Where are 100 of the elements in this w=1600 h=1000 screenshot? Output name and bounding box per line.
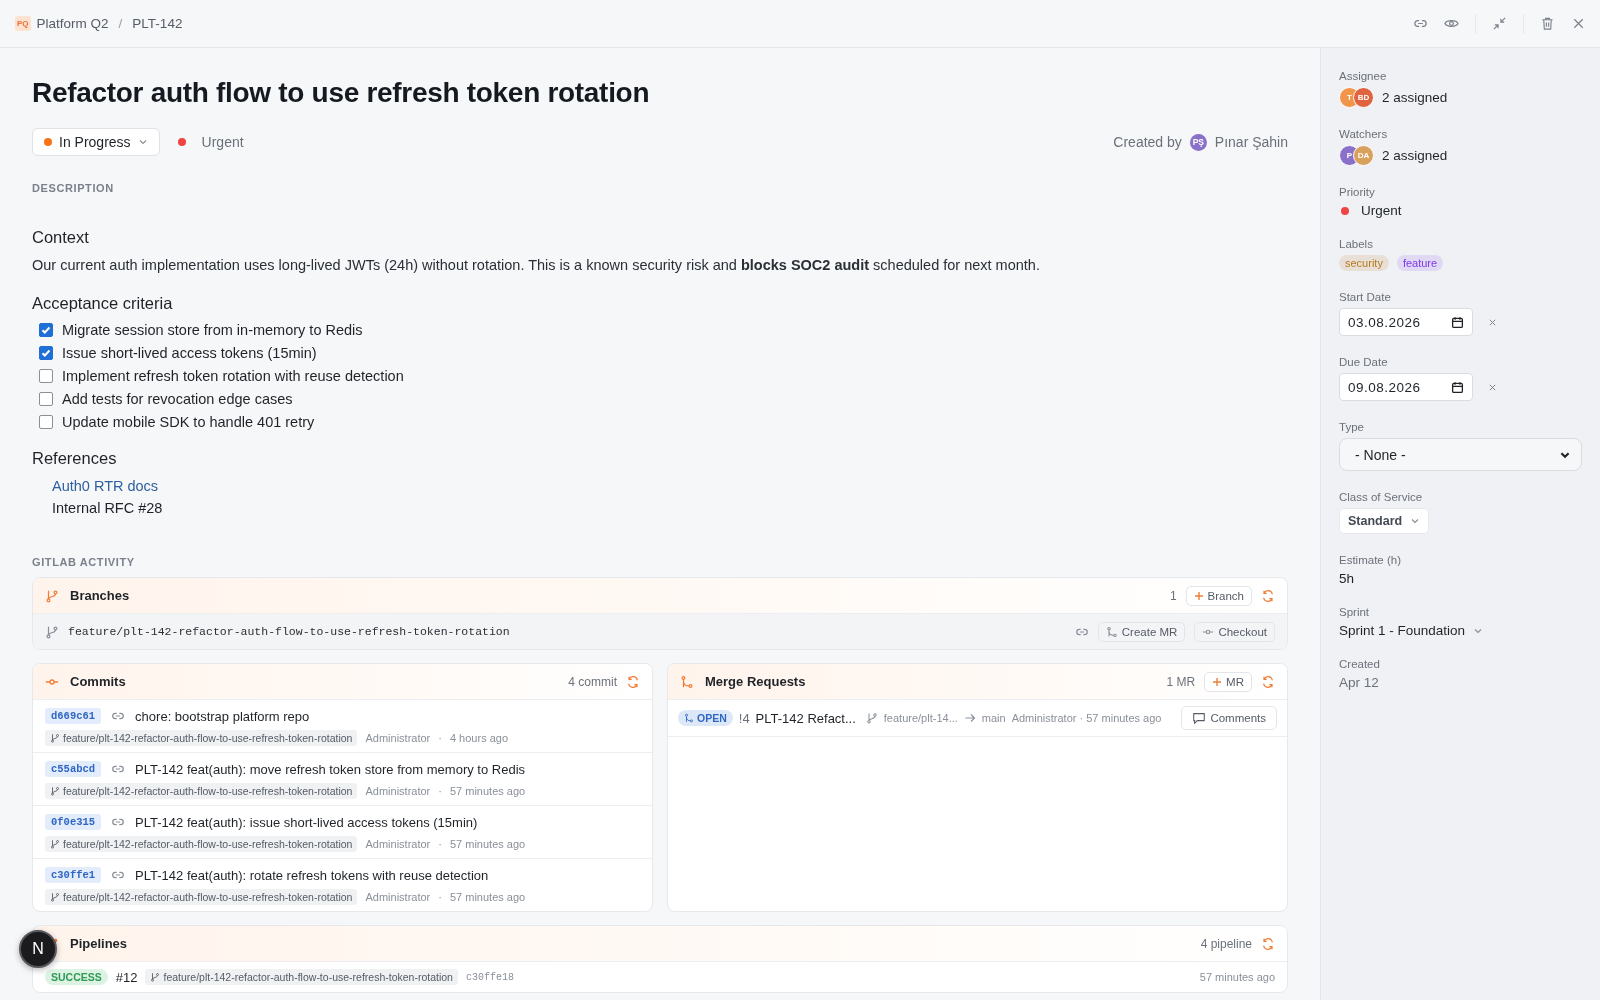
commit-sha[interactable]: c30ffe1 [45, 867, 102, 883]
card-title: Commits [70, 674, 126, 689]
commit-author: Administrator [365, 891, 431, 903]
chevron-down-icon [1410, 516, 1421, 526]
checkbox[interactable] [39, 414, 53, 429]
clear-icon[interactable] [1488, 317, 1497, 327]
commit-time: 57 minutes ago [449, 838, 526, 850]
date-field[interactable]: 03.08.2026 [1339, 308, 1473, 336]
merge-request-icon [1105, 625, 1118, 638]
date-field[interactable]: 09.08.2026 [1339, 373, 1473, 401]
merge-request-icon [684, 713, 694, 723]
close-icon[interactable] [1571, 16, 1586, 31]
clear-icon[interactable] [1488, 382, 1497, 392]
pipeline-sha: c30ffe18 [465, 971, 514, 983]
label-tag: security [1339, 255, 1389, 271]
breadcrumb-separator: / [118, 16, 123, 31]
priority-value[interactable]: Urgent [1361, 203, 1402, 218]
dev-tools-badge[interactable]: N [19, 930, 57, 968]
refresh-icon[interactable] [1261, 936, 1275, 951]
branch-icon [50, 786, 60, 796]
field-label: Watchers [1339, 128, 1389, 140]
creator-avatar: PŞ [1189, 133, 1207, 151]
criteria-heading: Acceptance criteria [32, 294, 174, 313]
context-heading: Context [32, 228, 90, 247]
commit-time: 57 minutes ago [449, 785, 526, 797]
checkbox[interactable] [39, 368, 53, 383]
issue-title: Refactor auth flow to use refresh token rotation [32, 76, 651, 110]
field-label: Type [1339, 421, 1365, 433]
chevron-down-icon [137, 137, 148, 147]
sprint-dropdown[interactable]: Sprint 1 - Foundation [1339, 623, 1484, 638]
field-label: Start Date [1339, 291, 1392, 303]
reference-link[interactable]: Auth0 RTR docs [52, 478, 159, 494]
commit-sha[interactable]: 0f0e315 [45, 814, 102, 830]
calendar-icon[interactable] [1451, 380, 1464, 394]
comments-button[interactable]: Comments [1181, 706, 1277, 730]
pipeline-status-badge: SUCCESS [45, 969, 108, 985]
branch-tag: feature/plt-142-refactor-auth-flow-to-use-refresh-token-rotation [45, 730, 358, 746]
branch-icon [50, 892, 60, 902]
trash-icon[interactable] [1540, 16, 1555, 31]
criterion-label: Issue short-lived access tokens (15min) [62, 344, 317, 361]
calendar-icon[interactable] [1451, 315, 1464, 329]
mr-title[interactable]: PLT-142 Refact... [755, 710, 856, 726]
pipeline-number[interactable]: #12 [115, 969, 138, 985]
branch-icon [50, 839, 60, 849]
watchers-value[interactable]: 2 assigned [1382, 148, 1448, 163]
target-branch: main [981, 712, 1006, 724]
create-mr-button[interactable]: Create MR [1097, 621, 1186, 642]
pipeline-count: 4 pipeline [1200, 936, 1252, 951]
field-label: Labels [1339, 238, 1374, 250]
criterion-label: Migrate session store from in-memory to Redis [62, 321, 363, 338]
card-title: Merge Requests [705, 674, 806, 689]
watcher-avatar: DA [1353, 145, 1374, 166]
field-label: Priority [1339, 186, 1376, 198]
checkbox[interactable] [39, 391, 53, 406]
refresh-icon[interactable] [1261, 674, 1275, 689]
branch-icon [150, 972, 161, 982]
refresh-icon[interactable] [626, 674, 640, 689]
section-heading: GITLAB ACTIVITY [32, 556, 136, 568]
add-branch-button[interactable]: Branch [1185, 585, 1252, 606]
separator-dot: · [438, 785, 442, 797]
branch-tag: feature/plt-142-refactor-auth-flow-to-use-refresh-token-rotation [145, 969, 458, 985]
field-label: Due Date [1339, 356, 1389, 368]
separator-dot: · [438, 838, 442, 850]
commit-message: PLT-142 feat(auth): move refresh token store from memory to Redis [135, 761, 526, 777]
pipeline-time: 57 minutes ago [1199, 971, 1275, 983]
criterion-label: Implement refresh token rotation with reuse detection [62, 367, 404, 384]
date-value: 09.08.2026 [1348, 379, 1422, 395]
commit-message: PLT-142 feat(auth): issue short-lived access tokens (15min) [135, 814, 478, 830]
project-link[interactable]: Platform Q2 [36, 16, 109, 31]
branch-icon [45, 588, 59, 603]
branch-count: 1 [1169, 588, 1177, 603]
status-dropdown[interactable]: In Progress [32, 128, 160, 156]
branch-name: feature/plt-142-refactor-auth-flow-to-use-refresh-token-rotation [68, 625, 510, 638]
assignee-value[interactable]: 2 assigned [1382, 90, 1448, 105]
add-mr-button[interactable]: MR [1204, 671, 1252, 692]
criterion-label: Add tests for revocation edge cases [62, 390, 293, 407]
card-title: Branches [70, 588, 130, 603]
criterion-label: Update mobile SDK to handle 401 retry [62, 413, 315, 430]
commit-sha[interactable]: d669c61 [45, 708, 102, 724]
card-title: Pipelines [70, 936, 128, 951]
checkout-button[interactable]: Checkout [1194, 621, 1275, 642]
references-heading: References [32, 449, 118, 468]
class-of-service-dropdown[interactable]: Standard [1339, 508, 1430, 534]
refresh-icon[interactable] [1261, 588, 1275, 603]
commit-sha[interactable]: c55abcd [45, 761, 102, 777]
checkbox[interactable] [39, 345, 53, 360]
issue-link[interactable]: PLT-142 [132, 16, 183, 31]
arrow-right-icon [963, 712, 976, 724]
branch-icon [50, 733, 60, 743]
commit-author: Administrator [365, 838, 431, 850]
priority-label: Urgent [201, 134, 244, 150]
context-paragraph: Our current auth implementation uses long-lived JWTs (24h) without rotation. This is a known security risk and blocks SOC2 audit scheduled for next month. [32, 256, 1041, 275]
merge-request-icon [680, 674, 694, 689]
source-branch: feature/plt-14... [883, 712, 958, 724]
mr-state-badge: OPEN [678, 710, 733, 726]
estimate-value[interactable]: 5h [1339, 571, 1355, 586]
collapse-icon[interactable] [1492, 16, 1507, 31]
checkbox[interactable] [39, 322, 53, 337]
type-select[interactable]: - None - [1339, 438, 1582, 471]
field-label: Assignee [1339, 70, 1388, 82]
